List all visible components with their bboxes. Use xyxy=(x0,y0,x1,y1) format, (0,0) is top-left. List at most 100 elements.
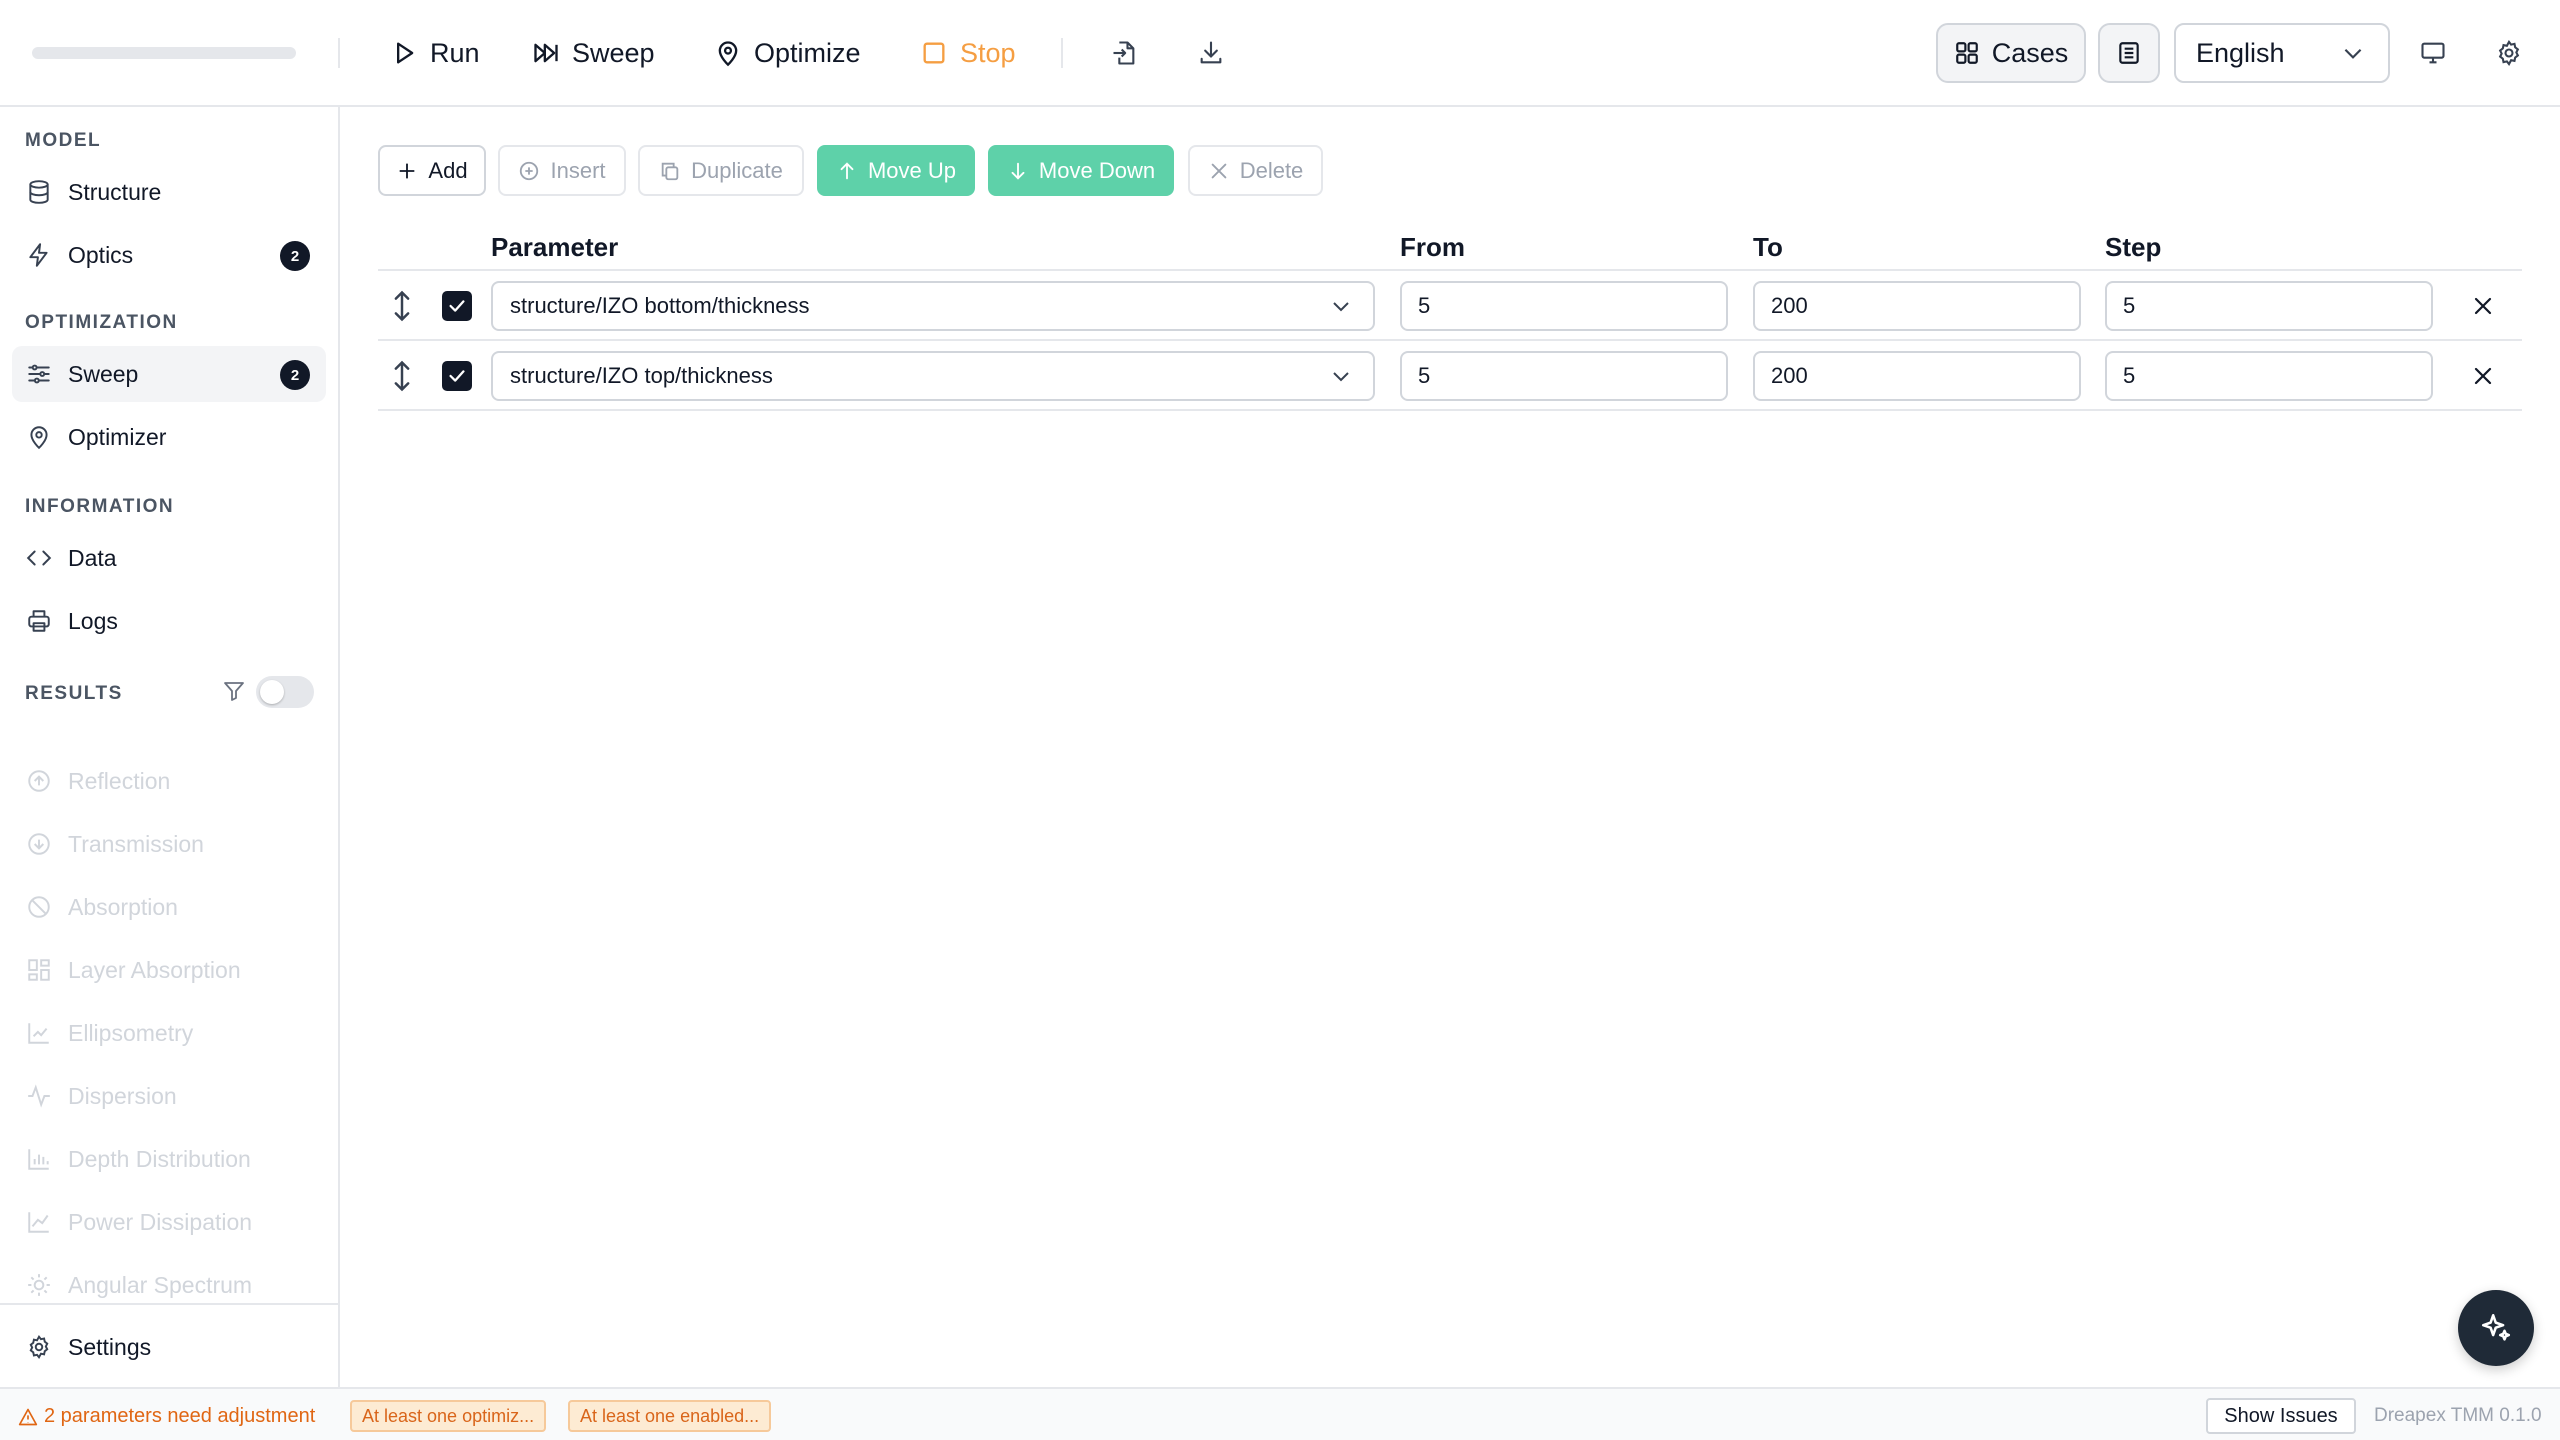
add-button[interactable]: Add xyxy=(378,145,486,196)
sidebar-item-optics[interactable]: Optics 2 xyxy=(12,227,326,283)
table-header-divider xyxy=(378,269,2522,271)
show-issues-button[interactable]: Show Issues xyxy=(2206,1398,2356,1434)
grid-icon xyxy=(1955,42,1978,64)
column-header-step: Step xyxy=(2105,232,2162,262)
row-enabled-checkbox[interactable] xyxy=(442,361,472,391)
issue-chip[interactable]: At least one enabled... xyxy=(568,1400,772,1432)
download-button[interactable] xyxy=(1192,34,1230,72)
move-down-button[interactable]: Move Down xyxy=(988,145,1174,196)
map-pin-icon xyxy=(30,426,48,450)
bar-chart-icon xyxy=(28,1149,49,1170)
filter-icon[interactable] xyxy=(222,679,246,703)
language-value: English xyxy=(2196,37,2285,68)
issue-chip[interactable]: At least one optimiz... xyxy=(350,1400,547,1432)
chevron-down-icon xyxy=(1333,302,1349,312)
settings-gear-button[interactable] xyxy=(2490,34,2528,72)
sidebar-item-reflection: Reflection xyxy=(12,753,326,809)
sidebar-item-label: Reflection xyxy=(68,767,171,794)
trend-chart-icon xyxy=(28,1212,49,1233)
sweep-button[interactable]: Sweep xyxy=(532,30,655,76)
import-button[interactable] xyxy=(1105,34,1143,72)
plus-icon xyxy=(400,163,415,178)
arrow-up-icon xyxy=(840,161,854,179)
sidebar-item-settings[interactable]: Settings xyxy=(12,1319,326,1375)
close-icon xyxy=(2474,367,2492,385)
sidebar-item-label: Angular Spectrum xyxy=(68,1271,253,1298)
sidebar-item-structure[interactable]: Structure xyxy=(12,164,326,220)
step-input[interactable] xyxy=(2105,281,2433,331)
to-input[interactable] xyxy=(1753,281,2081,331)
sidebar-item-label: Ellipsometry xyxy=(68,1019,194,1046)
sidebar-item-label: Transmission xyxy=(68,830,204,857)
sweep-label: Sweep xyxy=(572,37,655,68)
database-icon xyxy=(29,180,49,204)
display-button[interactable] xyxy=(2414,34,2452,72)
delete-label: Delete xyxy=(1239,157,1304,183)
skip-forward-icon xyxy=(534,43,558,63)
ai-assistant-button[interactable] xyxy=(2458,1290,2534,1366)
stop-label: Stop xyxy=(960,37,1016,68)
sidebar-item-ellipsometry: Ellipsometry xyxy=(12,1005,326,1061)
section-heading-results: RESULTS xyxy=(25,683,123,704)
sidebar-item-label: Logs xyxy=(68,607,118,634)
sweep-count-badge: 2 xyxy=(280,360,310,390)
remove-row-button[interactable] xyxy=(2468,361,2498,391)
language-select[interactable]: English xyxy=(2174,23,2390,83)
parameter-select[interactable]: structure/IZO bottom/thickness xyxy=(491,281,1375,331)
cases-button[interactable]: Cases xyxy=(1936,23,2086,83)
download-icon xyxy=(1200,41,1222,64)
status-bar: 2 parameters need adjustment At least on… xyxy=(0,1387,2560,1440)
drag-handle-icon[interactable] xyxy=(389,360,415,392)
sidebar-item-optimizer[interactable]: Optimizer xyxy=(12,409,326,465)
column-header-to: To xyxy=(1753,232,1783,262)
move-up-button[interactable]: Move Up xyxy=(817,145,975,196)
duplicate-label: Duplicate xyxy=(691,157,783,183)
warning-text: 2 parameters need adjustment xyxy=(44,1405,316,1427)
parameter-select[interactable]: structure/IZO top/thickness xyxy=(491,351,1375,401)
sidebar-item-label: Absorption xyxy=(68,893,178,920)
layout-grid-icon xyxy=(28,959,50,981)
sidebar-item-data[interactable]: Data xyxy=(12,530,326,586)
sidebar-item-logs[interactable]: Logs xyxy=(12,593,326,649)
delete-button[interactable]: Delete xyxy=(1188,145,1323,196)
drag-handle-icon[interactable] xyxy=(389,290,415,322)
sidebar-item-label: Depth Distribution xyxy=(68,1145,251,1172)
optics-count-badge: 2 xyxy=(280,241,310,271)
column-header-parameter: Parameter xyxy=(491,232,619,262)
activity-icon xyxy=(28,1084,50,1108)
row-divider xyxy=(378,339,2522,341)
sidebar-item-label: Settings xyxy=(68,1333,152,1360)
warning-message: 2 parameters need adjustment xyxy=(18,1405,315,1428)
optimize-button[interactable]: Optimize xyxy=(714,30,861,76)
sidebar-item-label: Structure xyxy=(68,178,162,205)
section-heading-information: INFORMATION xyxy=(25,496,175,517)
duplicate-button[interactable]: Duplicate xyxy=(638,145,804,196)
results-toggle-switch[interactable] xyxy=(256,676,314,708)
chevron-down-icon xyxy=(1333,372,1349,382)
from-input[interactable] xyxy=(1400,281,1728,331)
sidebar-item-label: Data xyxy=(68,544,117,571)
stop-button[interactable]: Stop xyxy=(920,30,1016,76)
row-enabled-checkbox[interactable] xyxy=(442,291,472,321)
column-header-from: From xyxy=(1400,232,1465,262)
play-icon xyxy=(397,42,414,64)
to-input[interactable] xyxy=(1753,351,2081,401)
step-input[interactable] xyxy=(2105,351,2433,401)
sidebar-item-sweep[interactable]: Sweep 2 xyxy=(12,346,326,402)
arrow-down-icon xyxy=(1011,162,1025,180)
lightning-icon xyxy=(29,243,48,267)
move-down-label: Move Down xyxy=(1038,157,1156,183)
insert-button[interactable]: Insert xyxy=(498,145,626,196)
document-icon xyxy=(2119,42,2139,64)
ban-icon xyxy=(28,896,50,918)
optimize-label: Optimize xyxy=(754,37,861,68)
from-input[interactable] xyxy=(1400,351,1728,401)
run-button[interactable]: Run xyxy=(390,30,480,76)
remove-row-button[interactable] xyxy=(2468,291,2498,321)
plus-circle-icon xyxy=(520,161,539,180)
sidebar-divider xyxy=(0,1303,338,1305)
sidebar-item-transmission: Transmission xyxy=(12,816,326,872)
notes-button[interactable] xyxy=(2098,23,2160,83)
check-icon xyxy=(449,300,465,312)
code-icon xyxy=(26,550,52,566)
